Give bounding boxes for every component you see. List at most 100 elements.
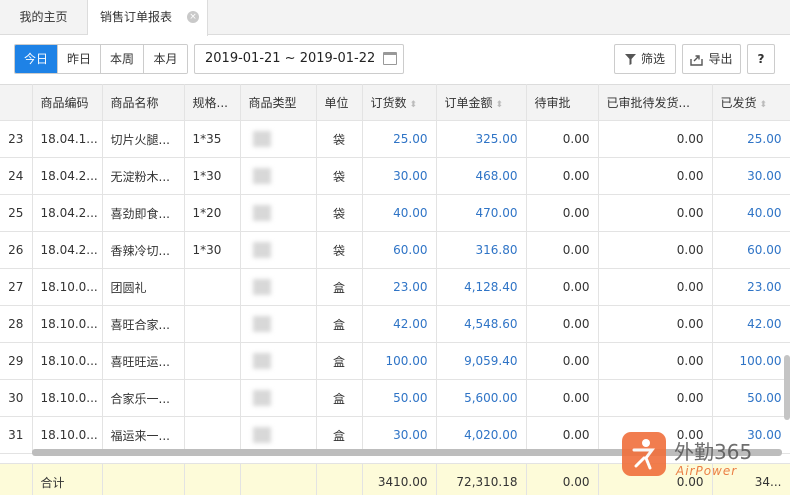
order-qty-cell[interactable]: 42.00 <box>362 305 437 343</box>
col-header-code[interactable]: 商品编码 <box>32 84 103 121</box>
col-header-type[interactable]: 商品类型 <box>240 84 317 121</box>
spec-cell: 1*35 <box>184 120 241 158</box>
product-type-cell <box>240 194 317 232</box>
filter-button[interactable]: 筛选 <box>614 44 676 74</box>
calendar-icon[interactable] <box>383 52 397 65</box>
period-this-month-button[interactable]: 本月 <box>144 45 187 73</box>
redacted-block <box>252 316 271 332</box>
row-index: 30 <box>0 379 33 417</box>
sort-icon[interactable]: ⬍ <box>410 100 418 110</box>
toolbar: 今日 昨日 本周 本月 2019-01-21 ~ 2019-01-22 筛选 导… <box>0 36 790 82</box>
order-qty-cell[interactable]: 100.00 <box>362 342 437 380</box>
sort-icon[interactable]: ⬍ <box>760 100 768 110</box>
redacted-block <box>252 242 271 258</box>
shipped-cell[interactable]: 23.00 <box>712 268 790 306</box>
order-qty-cell[interactable]: 50.00 <box>362 379 437 417</box>
shipped-cell[interactable]: 30.00 <box>712 416 790 454</box>
row-index: 29 <box>0 342 33 380</box>
col-header-pending[interactable]: 待审批 <box>526 84 599 121</box>
col-header-approved[interactable]: 已审批待发货... <box>598 84 713 121</box>
order-amount-cell[interactable]: 4,128.40 <box>436 268 527 306</box>
table-row[interactable]: 24 18.04.2... 无淀粉木... 1*30 袋 30.00 468.00 0.00 0… <box>0 157 790 195</box>
pending-cell: 0.00 <box>526 416 599 454</box>
product-code-cell: 18.10.0... <box>32 305 103 343</box>
order-amount-cell[interactable]: 9,059.40 <box>436 342 527 380</box>
product-name-cell: 香辣冷切... <box>102 231 185 269</box>
product-type-cell <box>240 379 317 417</box>
product-name-cell: 无淀粉木... <box>102 157 185 195</box>
order-amount-cell[interactable]: 5,600.00 <box>436 379 527 417</box>
period-selector: 今日 昨日 本周 本月 <box>14 44 188 74</box>
order-amount-cell[interactable]: 316.80 <box>436 231 527 269</box>
table-row[interactable]: 30 18.10.0... 合家乐一... 盒 50.00 5,600.00 0.00 0.0… <box>0 379 790 417</box>
date-range-input[interactable]: 2019-01-21 ~ 2019-01-22 <box>194 44 404 74</box>
footer-label: 合计 <box>32 463 103 495</box>
spec-cell: 1*20 <box>184 194 241 232</box>
unit-cell: 袋 <box>316 231 363 269</box>
product-type-cell <box>240 305 317 343</box>
period-yesterday-button[interactable]: 昨日 <box>58 45 101 73</box>
col-header-shipped[interactable]: 已发货 ⬍ <box>712 84 790 121</box>
shipped-cell[interactable]: 30.00 <box>712 157 790 195</box>
order-qty-cell[interactable]: 40.00 <box>362 194 437 232</box>
table-row[interactable]: 31 18.10.0... 福运来一... 盒 30.00 4,020.00 0.00 0.0… <box>0 416 790 454</box>
pending-cell: 0.00 <box>526 157 599 195</box>
row-index: 25 <box>0 194 33 232</box>
approved-pending-ship-cell: 0.00 <box>598 231 713 269</box>
pending-cell: 0.00 <box>526 231 599 269</box>
sales-order-table: 商品编码 商品名称 规格... 商品类型 单位 订货数 ⬍ 订单金额 ⬍ 待审批 已… <box>0 84 790 495</box>
shipped-cell[interactable]: 100.00 <box>712 342 790 380</box>
product-name-cell: 合家乐一... <box>102 379 185 417</box>
order-amount-cell[interactable]: 4,020.00 <box>436 416 527 454</box>
table-row[interactable]: 26 18.04.2... 香辣冷切... 1*30 袋 60.00 316.80 0.00 0… <box>0 231 790 269</box>
order-amount-cell[interactable]: 468.00 <box>436 157 527 195</box>
product-type-cell <box>240 416 317 454</box>
period-today-button[interactable]: 今日 <box>15 45 58 73</box>
pending-cell: 0.00 <box>526 305 599 343</box>
shipped-cell[interactable]: 25.00 <box>712 120 790 158</box>
order-qty-cell[interactable]: 23.00 <box>362 268 437 306</box>
col-header-unit[interactable]: 单位 <box>316 84 363 121</box>
order-amount-cell[interactable]: 325.00 <box>436 120 527 158</box>
row-index: 31 <box>0 416 33 454</box>
table-row[interactable]: 25 18.04.2... 喜劲即食... 1*20 袋 40.00 470.00 0.00 0… <box>0 194 790 232</box>
table-row[interactable]: 23 18.04.1... 切片火腿... 1*35 袋 25.00 325.00 0.00 0… <box>0 120 790 158</box>
shipped-cell[interactable]: 40.00 <box>712 194 790 232</box>
redacted-block <box>252 427 271 443</box>
product-type-cell <box>240 120 317 158</box>
footer-index-cell <box>0 463 33 495</box>
col-header-amount[interactable]: 订单金额 ⬍ <box>436 84 527 121</box>
tab-sales-order-report[interactable]: 销售订单报表 × <box>88 0 208 36</box>
vertical-scrollbar[interactable] <box>784 355 790 420</box>
col-header-spec[interactable]: 规格... <box>184 84 241 121</box>
export-button[interactable]: 导出 <box>682 44 741 74</box>
tab-home[interactable]: 我的主页 <box>0 0 88 35</box>
help-button[interactable]: ? <box>747 44 775 74</box>
spec-cell <box>184 342 241 380</box>
table-row[interactable]: 29 18.10.0... 喜旺旺运... 盒 100.00 9,059.40 0.00 0.… <box>0 342 790 380</box>
product-code-cell: 18.10.0... <box>32 416 103 454</box>
order-qty-cell[interactable]: 30.00 <box>362 157 437 195</box>
table-row[interactable]: 27 18.10.0... 团圆礼盒 23.00 4,128.40 0.00 0.00 23.… <box>0 268 790 306</box>
product-code-cell: 18.10.0... <box>32 342 103 380</box>
order-amount-cell[interactable]: 4,548.60 <box>436 305 527 343</box>
shipped-cell[interactable]: 50.00 <box>712 379 790 417</box>
order-amount-cell[interactable]: 470.00 <box>436 194 527 232</box>
shipped-cell[interactable]: 42.00 <box>712 305 790 343</box>
order-qty-cell[interactable]: 30.00 <box>362 416 437 454</box>
redacted-block <box>252 279 271 295</box>
approved-pending-ship-cell: 0.00 <box>598 379 713 417</box>
shipped-cell[interactable]: 60.00 <box>712 231 790 269</box>
sort-icon[interactable]: ⬍ <box>496 100 504 110</box>
order-qty-cell[interactable]: 25.00 <box>362 120 437 158</box>
col-header-qty[interactable]: 订货数 ⬍ <box>362 84 437 121</box>
close-icon[interactable]: × <box>187 11 199 23</box>
horizontal-scrollbar[interactable] <box>32 449 782 456</box>
col-header-name[interactable]: 商品名称 <box>102 84 185 121</box>
approved-pending-ship-cell: 0.00 <box>598 305 713 343</box>
product-code-cell: 18.04.2... <box>32 157 103 195</box>
period-this-week-button[interactable]: 本周 <box>101 45 144 73</box>
funnel-icon <box>624 54 636 65</box>
table-row[interactable]: 28 18.10.0... 喜旺合家... 盒 42.00 4,548.60 0.00 0.0… <box>0 305 790 343</box>
order-qty-cell[interactable]: 60.00 <box>362 231 437 269</box>
